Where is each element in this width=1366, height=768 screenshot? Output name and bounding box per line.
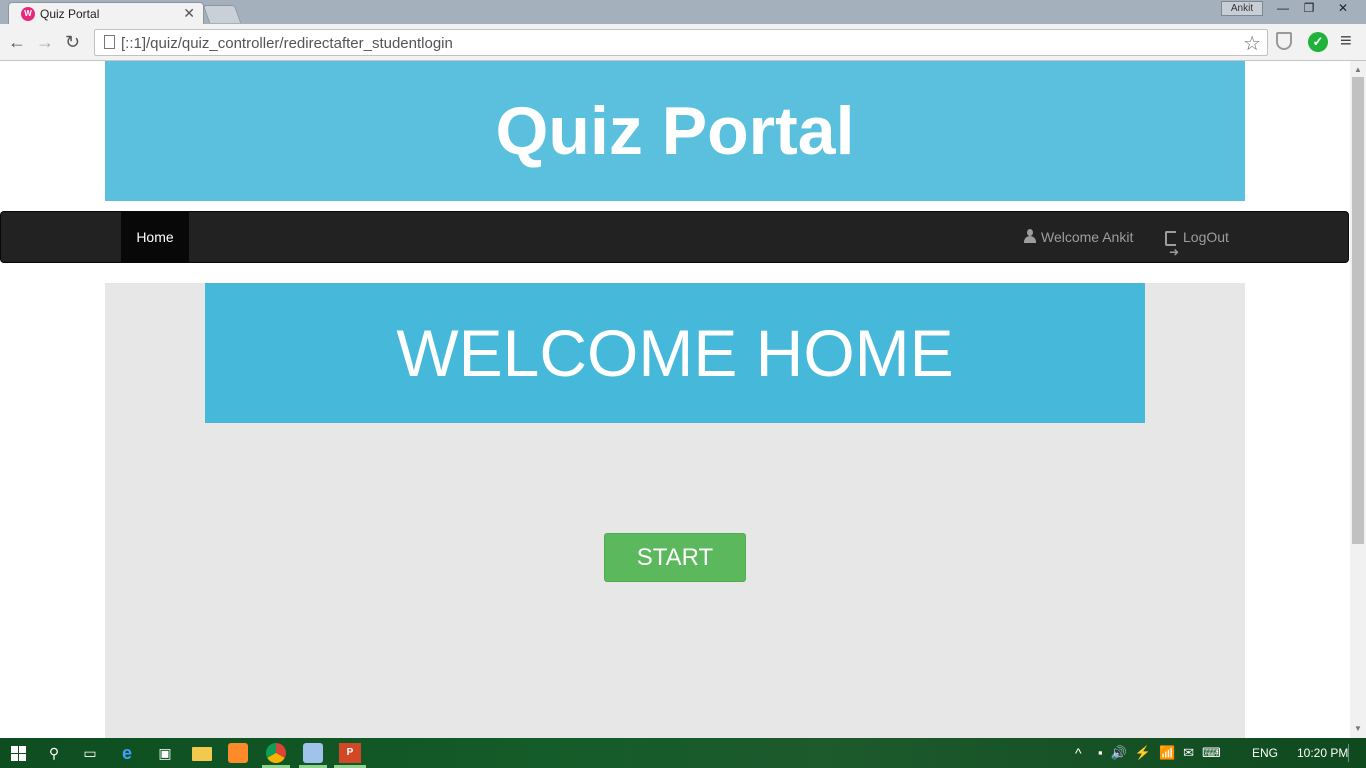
page-viewport: Quiz Portal Home Welcome Ankit LogOut WE… <box>0 61 1350 738</box>
url-text[interactable]: [::1]/quiz/quiz_controller/redirectafter… <box>121 35 453 52</box>
maximize-button[interactable]: ❐ <box>1296 0 1322 18</box>
address-bar[interactable]: [::1]/quiz/quiz_controller/redirectafter… <box>94 29 1268 56</box>
search-icon[interactable]: ⚲ <box>44 743 64 763</box>
shield-extension-icon[interactable] <box>1276 32 1292 50</box>
close-window-button[interactable]: ✕ <box>1322 0 1364 18</box>
file-explorer-icon[interactable] <box>192 747 212 761</box>
bookmark-star-icon[interactable]: ☆ <box>1243 31 1261 56</box>
page-scrollbar[interactable]: ▲ ▼ <box>1350 61 1366 738</box>
reload-icon[interactable]: ↻ <box>65 32 80 52</box>
welcome-label: Welcome Ankit <box>1041 229 1134 245</box>
clock[interactable]: 10:20 PM <box>1297 738 1348 768</box>
scroll-thumb[interactable] <box>1352 77 1364 544</box>
minimize-button[interactable]: — <box>1270 0 1296 18</box>
new-tab-button[interactable] <box>202 5 242 23</box>
forward-arrow-icon[interactable]: → <box>36 32 54 52</box>
checkmark-extension-icon[interactable]: ✓ <box>1308 32 1328 52</box>
welcome-banner: WELCOME HOME <box>205 283 1145 423</box>
nav-welcome-link[interactable]: Welcome Ankit <box>1023 212 1133 262</box>
edge-browser-icon[interactable]: e <box>117 743 137 763</box>
tab-close-icon[interactable]: ✕ <box>183 5 195 22</box>
user-icon <box>1023 229 1037 243</box>
powerpoint-icon[interactable]: P <box>339 743 361 763</box>
chrome-icon[interactable] <box>266 743 286 763</box>
windows-start-icon[interactable] <box>8 743 28 763</box>
navbar: Home Welcome Ankit LogOut <box>0 211 1349 277</box>
wamp-favicon-icon: W <box>21 7 35 21</box>
browser-menu-icon[interactable]: ≡ <box>1340 30 1352 53</box>
logout-label: LogOut <box>1183 229 1229 245</box>
system-tray-icons[interactable]: ▪🔊⚡📶✉⌨ <box>1098 738 1229 768</box>
tab-title: Quiz Portal <box>40 7 100 21</box>
virtualbox-icon[interactable] <box>303 743 323 763</box>
browser-tab-bar: W Quiz Portal ✕ Ankit — ❐ ✕ <box>0 0 1366 24</box>
tray-expand-icon[interactable]: ^ <box>1075 738 1082 768</box>
welcome-heading: WELCOME HOME <box>396 316 954 390</box>
back-arrow-icon[interactable]: ← <box>8 32 26 52</box>
app-icon[interactable] <box>228 743 248 763</box>
scroll-up-icon[interactable]: ▲ <box>1350 63 1366 77</box>
browser-toolbar: ← → ↻ [::1]/quiz/quiz_controller/redirec… <box>0 24 1366 61</box>
main-jumbotron: WELCOME HOME START <box>105 283 1245 738</box>
task-view-icon[interactable]: ▭ <box>80 743 100 763</box>
nav-home-link[interactable]: Home <box>121 212 189 262</box>
nav-logout-link[interactable]: LogOut <box>1165 212 1229 277</box>
site-title: Quiz Portal <box>495 93 855 169</box>
store-icon[interactable]: ▣ <box>155 743 175 763</box>
language-indicator[interactable]: ENG <box>1252 738 1278 768</box>
windows-taskbar: ⚲ ▭ e ▣ P ^ ▪🔊⚡📶✉⌨ ENG 10:20 PM <box>0 738 1366 768</box>
site-header: Quiz Portal <box>105 61 1245 201</box>
start-button[interactable]: START <box>604 533 746 582</box>
scroll-down-icon[interactable]: ▼ <box>1350 722 1366 736</box>
page-icon <box>104 35 115 49</box>
profile-button[interactable]: Ankit <box>1221 1 1263 16</box>
logout-icon <box>1165 227 1179 277</box>
show-desktop-button[interactable] <box>1348 744 1360 762</box>
browser-tab[interactable]: W Quiz Portal ✕ <box>8 2 204 24</box>
